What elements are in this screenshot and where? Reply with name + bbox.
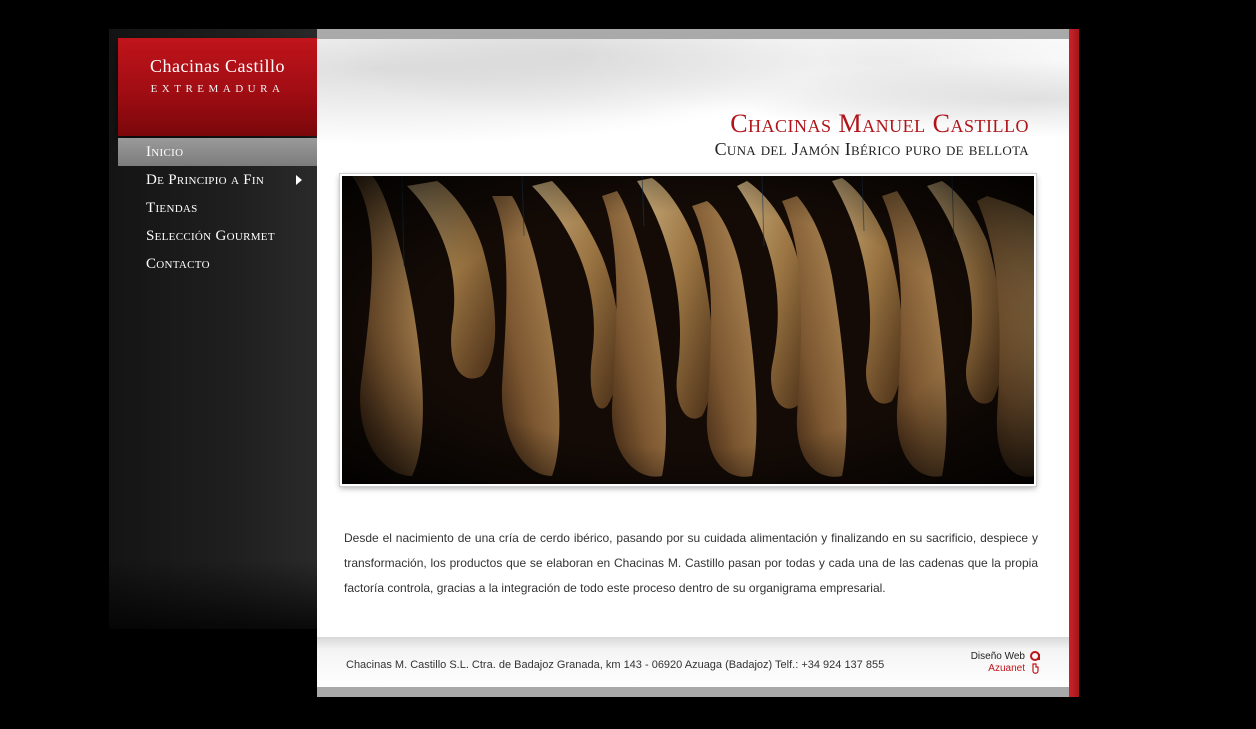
nav-item-seleccion-gourmet[interactable]: Selección Gourmet	[118, 222, 317, 250]
nav-item-label: De Principio a Fin	[146, 172, 265, 188]
nav-item-label: Selección Gourmet	[146, 228, 275, 244]
footer: Chacinas M. Castillo S.L. Ctra. de Badaj…	[317, 637, 1069, 687]
logo-subtitle: EXTREMADURA	[150, 83, 285, 95]
intro-paragraph: Desde el nacimiento de una cría de cerdo…	[344, 531, 1038, 595]
page-title: Chacinas Manuel Castillo	[730, 109, 1029, 138]
nav-item-label: Tiendas	[146, 200, 198, 216]
page: Chacinas Castillo EXTREMADURA Inicio De …	[0, 0, 1256, 729]
footer-address: Chacinas M. Castillo S.L. Ctra. de Badaj…	[346, 659, 885, 671]
web-design-credit-link[interactable]: Diseño Web Azuanet	[971, 651, 1041, 675]
nav-item-tiendas[interactable]: Tiendas	[118, 194, 317, 222]
azuanet-logo-icon	[1030, 651, 1040, 674]
nav-item-label: Contacto	[146, 256, 210, 272]
right-accent-bar	[1069, 29, 1079, 697]
sidebar-fade	[109, 560, 317, 650]
nav-item-label: Inicio	[146, 144, 184, 160]
page-subtitle: Cuna del Jamón Ibérico puro de bellota	[714, 139, 1029, 159]
nav-item-inicio[interactable]: Inicio	[118, 138, 317, 166]
bottom-bar	[317, 687, 1069, 697]
main-nav: Inicio De Principio a Fin Tiendas Selecc…	[118, 138, 317, 278]
main-content: Chacinas Manuel Castillo Cuna del Jamón …	[317, 29, 1069, 697]
site-logo[interactable]: Chacinas Castillo EXTREMADURA	[118, 38, 317, 136]
top-bar	[317, 29, 1069, 39]
chevron-right-icon	[296, 175, 302, 185]
nav-item-de-principio-a-fin[interactable]: De Principio a Fin	[118, 166, 317, 194]
hero-image-hanging-hams	[340, 174, 1036, 486]
nav-item-contacto[interactable]: Contacto	[118, 250, 317, 278]
logo-title: Chacinas Castillo	[150, 56, 285, 76]
